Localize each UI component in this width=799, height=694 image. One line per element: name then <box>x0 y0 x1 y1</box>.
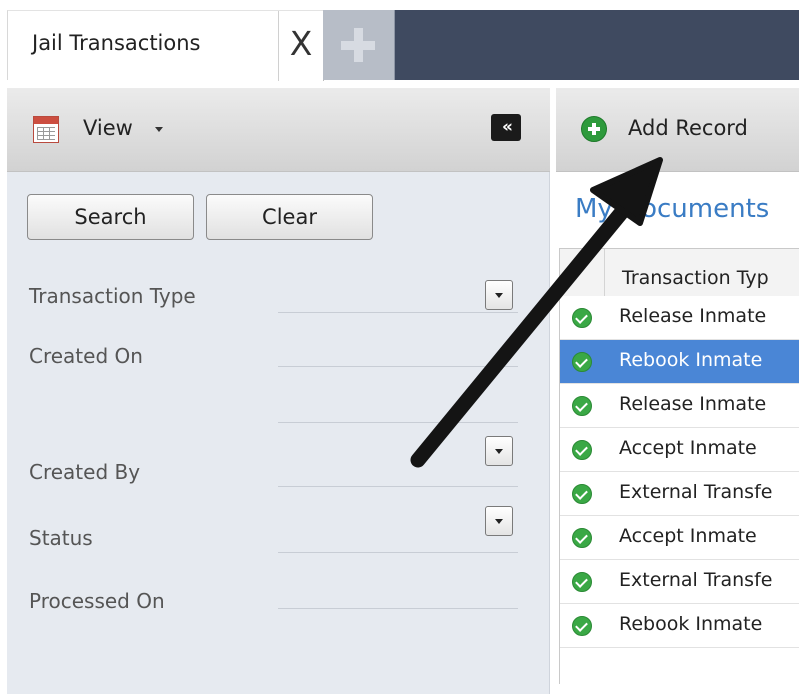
check-circle-icon <box>572 352 592 372</box>
created-by-field[interactable] <box>278 486 518 487</box>
add-circle-icon[interactable] <box>581 116 607 142</box>
check-circle-icon <box>572 440 592 460</box>
check-circle-icon <box>572 528 592 548</box>
row-transaction-type: Release Inmate <box>619 393 767 415</box>
transaction-type-column-header[interactable]: Transaction Typ <box>622 267 769 289</box>
check-circle-icon <box>572 396 592 416</box>
add-record-button[interactable]: Add Record <box>628 116 748 140</box>
clear-button[interactable]: Clear <box>206 194 373 240</box>
table-row[interactable]: Rebook Inmate <box>560 604 799 648</box>
table-row[interactable]: Rebook Inmate <box>560 340 799 384</box>
check-circle-icon <box>572 572 592 592</box>
table-row[interactable]: Accept Inmate <box>560 516 799 560</box>
table-row[interactable]: Release Inmate <box>560 384 799 428</box>
grid-rows: Release Inmate Rebook Inmate Release Inmat… <box>560 296 799 648</box>
collapse-panel-button[interactable]: « <box>491 114 521 141</box>
tab-bar-background <box>395 10 799 80</box>
row-transaction-type: Rebook Inmate <box>619 613 763 635</box>
add-tab-button[interactable] <box>323 10 395 80</box>
table-row[interactable]: External Transfe <box>560 560 799 604</box>
created-on-from-field[interactable] <box>278 366 518 367</box>
check-circle-icon <box>572 484 592 504</box>
check-circle-icon <box>572 308 592 328</box>
created-by-label: Created By <box>29 460 141 484</box>
table-row[interactable]: External Transfe <box>560 472 799 516</box>
calendar-icon[interactable] <box>33 116 59 143</box>
row-transaction-type: Accept Inmate <box>619 437 757 459</box>
transactions-grid: Transaction Typ Release Inmate Rebook Inm… <box>559 248 799 684</box>
records-toolbar: Add Record <box>556 88 799 172</box>
status-field[interactable] <box>278 552 518 553</box>
close-icon: X <box>289 24 313 63</box>
transaction-type-label: Transaction Type <box>29 284 196 308</box>
view-menu-button[interactable]: View <box>83 116 133 140</box>
caret-down-icon[interactable] <box>155 127 163 132</box>
row-transaction-type: Release Inmate <box>619 305 767 327</box>
processed-on-field[interactable] <box>278 608 518 609</box>
filter-toolbar: View « <box>7 88 550 172</box>
row-transaction-type: Accept Inmate <box>619 525 757 547</box>
created-on-label: Created On <box>29 344 143 368</box>
status-label: Status <box>29 526 93 550</box>
close-tab-button[interactable]: X <box>278 11 324 81</box>
records-panel: Add Record My Documents Transaction Typ … <box>556 88 799 694</box>
double-chevron-left-icon: « <box>502 117 513 137</box>
created-on-to-field[interactable] <box>278 422 518 423</box>
table-row[interactable]: Release Inmate <box>560 296 799 340</box>
transaction-type-dropdown[interactable] <box>485 280 513 310</box>
tab-bar: Jail Transactions X <box>0 0 799 81</box>
created-by-dropdown[interactable] <box>485 436 513 466</box>
search-button[interactable]: Search <box>27 194 194 240</box>
tab-jail-transactions[interactable]: Jail Transactions X <box>7 10 324 81</box>
table-row[interactable]: Accept Inmate <box>560 428 799 472</box>
check-circle-icon <box>572 616 592 636</box>
row-transaction-type: External Transfe <box>619 481 773 503</box>
processed-on-label: Processed On <box>29 589 165 613</box>
transaction-type-field[interactable] <box>278 312 518 313</box>
my-documents-title[interactable]: My Documents <box>575 194 769 224</box>
row-transaction-type: External Transfe <box>619 569 773 591</box>
status-dropdown[interactable] <box>485 506 513 536</box>
tab-title: Jail Transactions <box>32 31 201 55</box>
filter-panel: View « Search Clear Transaction Type Cre… <box>7 88 550 694</box>
row-transaction-type: Rebook Inmate <box>619 349 763 371</box>
